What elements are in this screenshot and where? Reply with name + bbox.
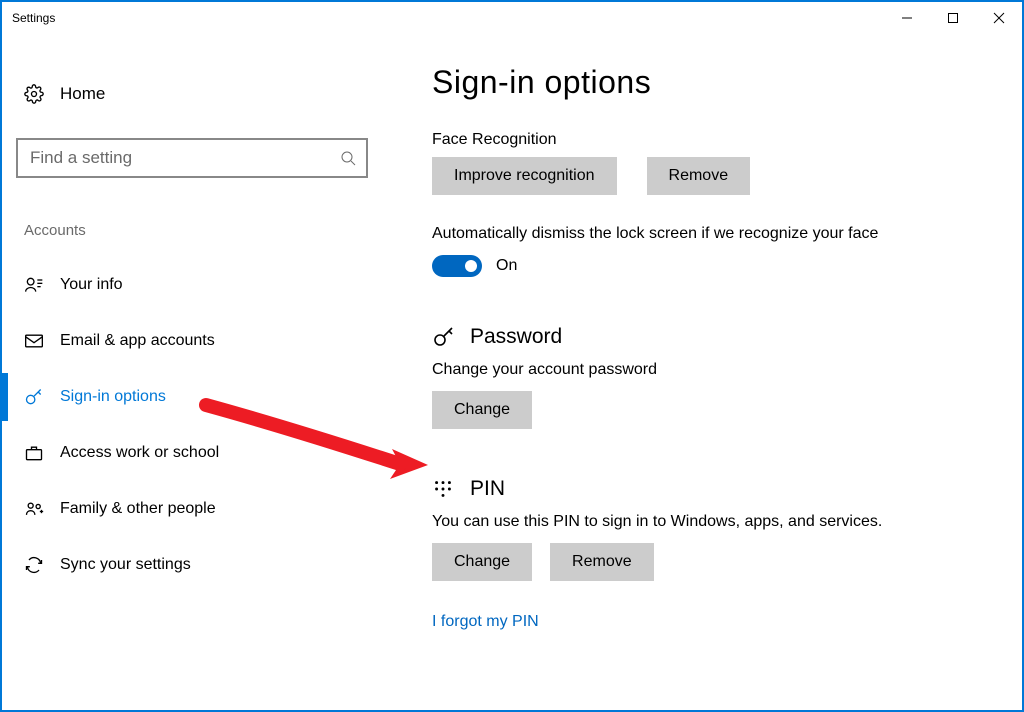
briefcase-icon: [24, 443, 60, 463]
change-password-button[interactable]: Change: [432, 391, 532, 429]
sidebar-item-work-school[interactable]: Access work or school: [16, 425, 368, 481]
minimize-icon: [901, 12, 913, 24]
improve-recognition-button[interactable]: Improve recognition: [432, 157, 617, 195]
face-label: Face Recognition: [432, 131, 992, 149]
toggle-state-label: On: [496, 257, 517, 275]
auto-dismiss-desc: Automatically dismiss the lock screen if…: [432, 225, 992, 243]
pin-heading: PIN: [432, 477, 992, 501]
sidebar-item-label: Email & app accounts: [60, 332, 215, 350]
sidebar-item-label: Your info: [60, 276, 123, 294]
sidebar-item-your-info[interactable]: Your info: [16, 257, 368, 313]
close-button[interactable]: [976, 2, 1022, 34]
sidebar-item-label: Sign-in options: [60, 388, 166, 406]
password-heading-text: Password: [470, 325, 562, 349]
search-input[interactable]: [28, 147, 340, 169]
close-icon: [993, 12, 1005, 24]
remove-pin-button[interactable]: Remove: [550, 543, 654, 581]
sidebar-item-sync[interactable]: Sync your settings: [16, 537, 368, 593]
sidebar-item-label: Access work or school: [60, 444, 219, 462]
mail-icon: [24, 331, 60, 351]
sidebar-section-label: Accounts: [16, 222, 368, 239]
password-desc: Change your account password: [432, 361, 992, 379]
home-label: Home: [60, 84, 105, 104]
key-icon: [432, 325, 458, 349]
window-title: Settings: [12, 11, 55, 25]
sidebar-item-family[interactable]: Family & other people: [16, 481, 368, 537]
sidebar-item-signin[interactable]: Sign-in options: [16, 369, 368, 425]
gear-icon: [24, 84, 60, 104]
search-box[interactable]: [16, 138, 368, 178]
page-title: Sign-in options: [432, 64, 992, 101]
settings-window: Settings Home: [0, 0, 1024, 712]
sync-icon: [24, 555, 60, 575]
pin-desc: You can use this PIN to sign in to Windo…: [432, 513, 992, 531]
sidebar: Home Accounts Your info: [2, 34, 382, 710]
search-icon: [340, 150, 356, 166]
sidebar-item-email[interactable]: Email & app accounts: [16, 313, 368, 369]
key-icon: [24, 387, 60, 407]
forgot-pin-link[interactable]: I forgot my PIN: [432, 613, 539, 631]
home-nav[interactable]: Home: [16, 72, 368, 116]
password-heading: Password: [432, 325, 992, 349]
person-card-icon: [24, 275, 60, 295]
maximize-button[interactable]: [930, 2, 976, 34]
sidebar-item-label: Sync your settings: [60, 556, 191, 574]
pin-keypad-icon: [432, 478, 458, 500]
auto-dismiss-toggle[interactable]: [432, 255, 482, 277]
content-pane: Sign-in options Face Recognition Improve…: [382, 34, 1022, 710]
window-controls: [884, 2, 1022, 34]
pin-heading-text: PIN: [470, 477, 505, 501]
people-icon: [24, 499, 60, 519]
remove-face-button[interactable]: Remove: [647, 157, 751, 195]
titlebar: Settings: [2, 2, 1022, 34]
change-pin-button[interactable]: Change: [432, 543, 532, 581]
minimize-button[interactable]: [884, 2, 930, 34]
sidebar-item-label: Family & other people: [60, 500, 216, 518]
maximize-icon: [947, 12, 959, 24]
